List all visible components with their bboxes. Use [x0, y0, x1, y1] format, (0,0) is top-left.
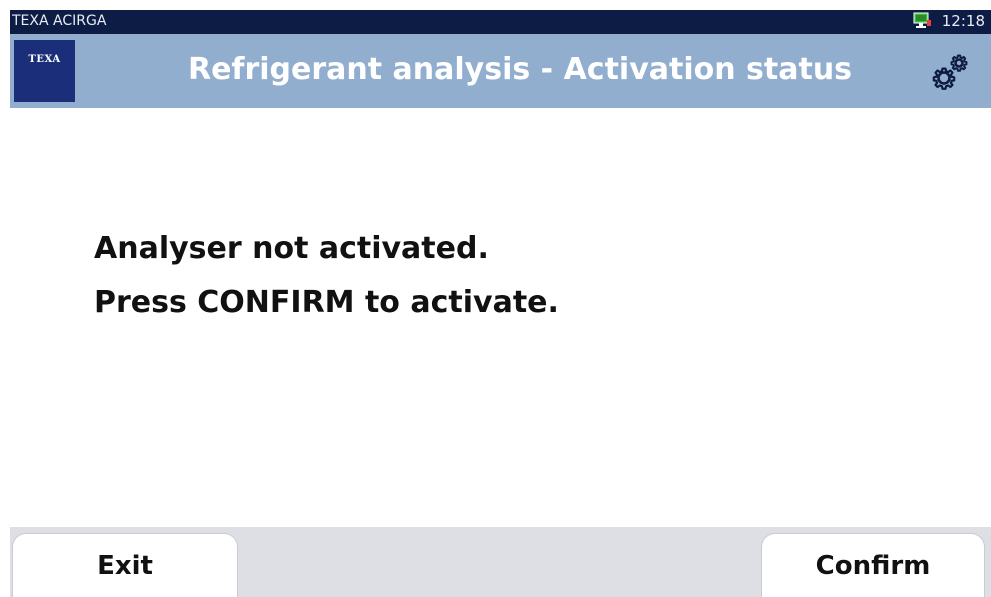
- exit-button[interactable]: Exit: [12, 533, 238, 597]
- gears-icon: [929, 50, 973, 94]
- monitor-network-icon: [912, 12, 932, 30]
- activation-message: Analyser not activated. Press CONFIRM to…: [94, 222, 559, 330]
- message-line-2: Press CONFIRM to activate.: [94, 285, 559, 320]
- page-title: Refrigerant analysis - Activation status: [187, 52, 853, 87]
- title-bar: TEXA Refrigerant analysis - Activation s…: [10, 34, 991, 108]
- status-time: 12:18: [941, 12, 985, 30]
- status-right: 12:18: [912, 12, 985, 30]
- settings-button[interactable]: [927, 48, 975, 96]
- texa-logo: TEXA: [14, 40, 75, 102]
- status-bar: TEXA ACIRGA 12:18: [0, 0, 991, 34]
- footer-bar: Exit Confirm: [10, 527, 991, 597]
- logo-text: TEXA: [28, 54, 61, 65]
- app-window: TEXA ACIRGA 12:18 TEXA Refrigerant analy…: [0, 0, 991, 597]
- status-bar-inner: TEXA ACIRGA 12:18: [10, 10, 991, 34]
- confirm-button[interactable]: Confirm: [761, 533, 985, 597]
- main-content: Analyser not activated. Press CONFIRM to…: [10, 108, 991, 527]
- message-line-1: Analyser not activated.: [94, 231, 489, 266]
- status-app-name: TEXA ACIRGA: [12, 13, 107, 29]
